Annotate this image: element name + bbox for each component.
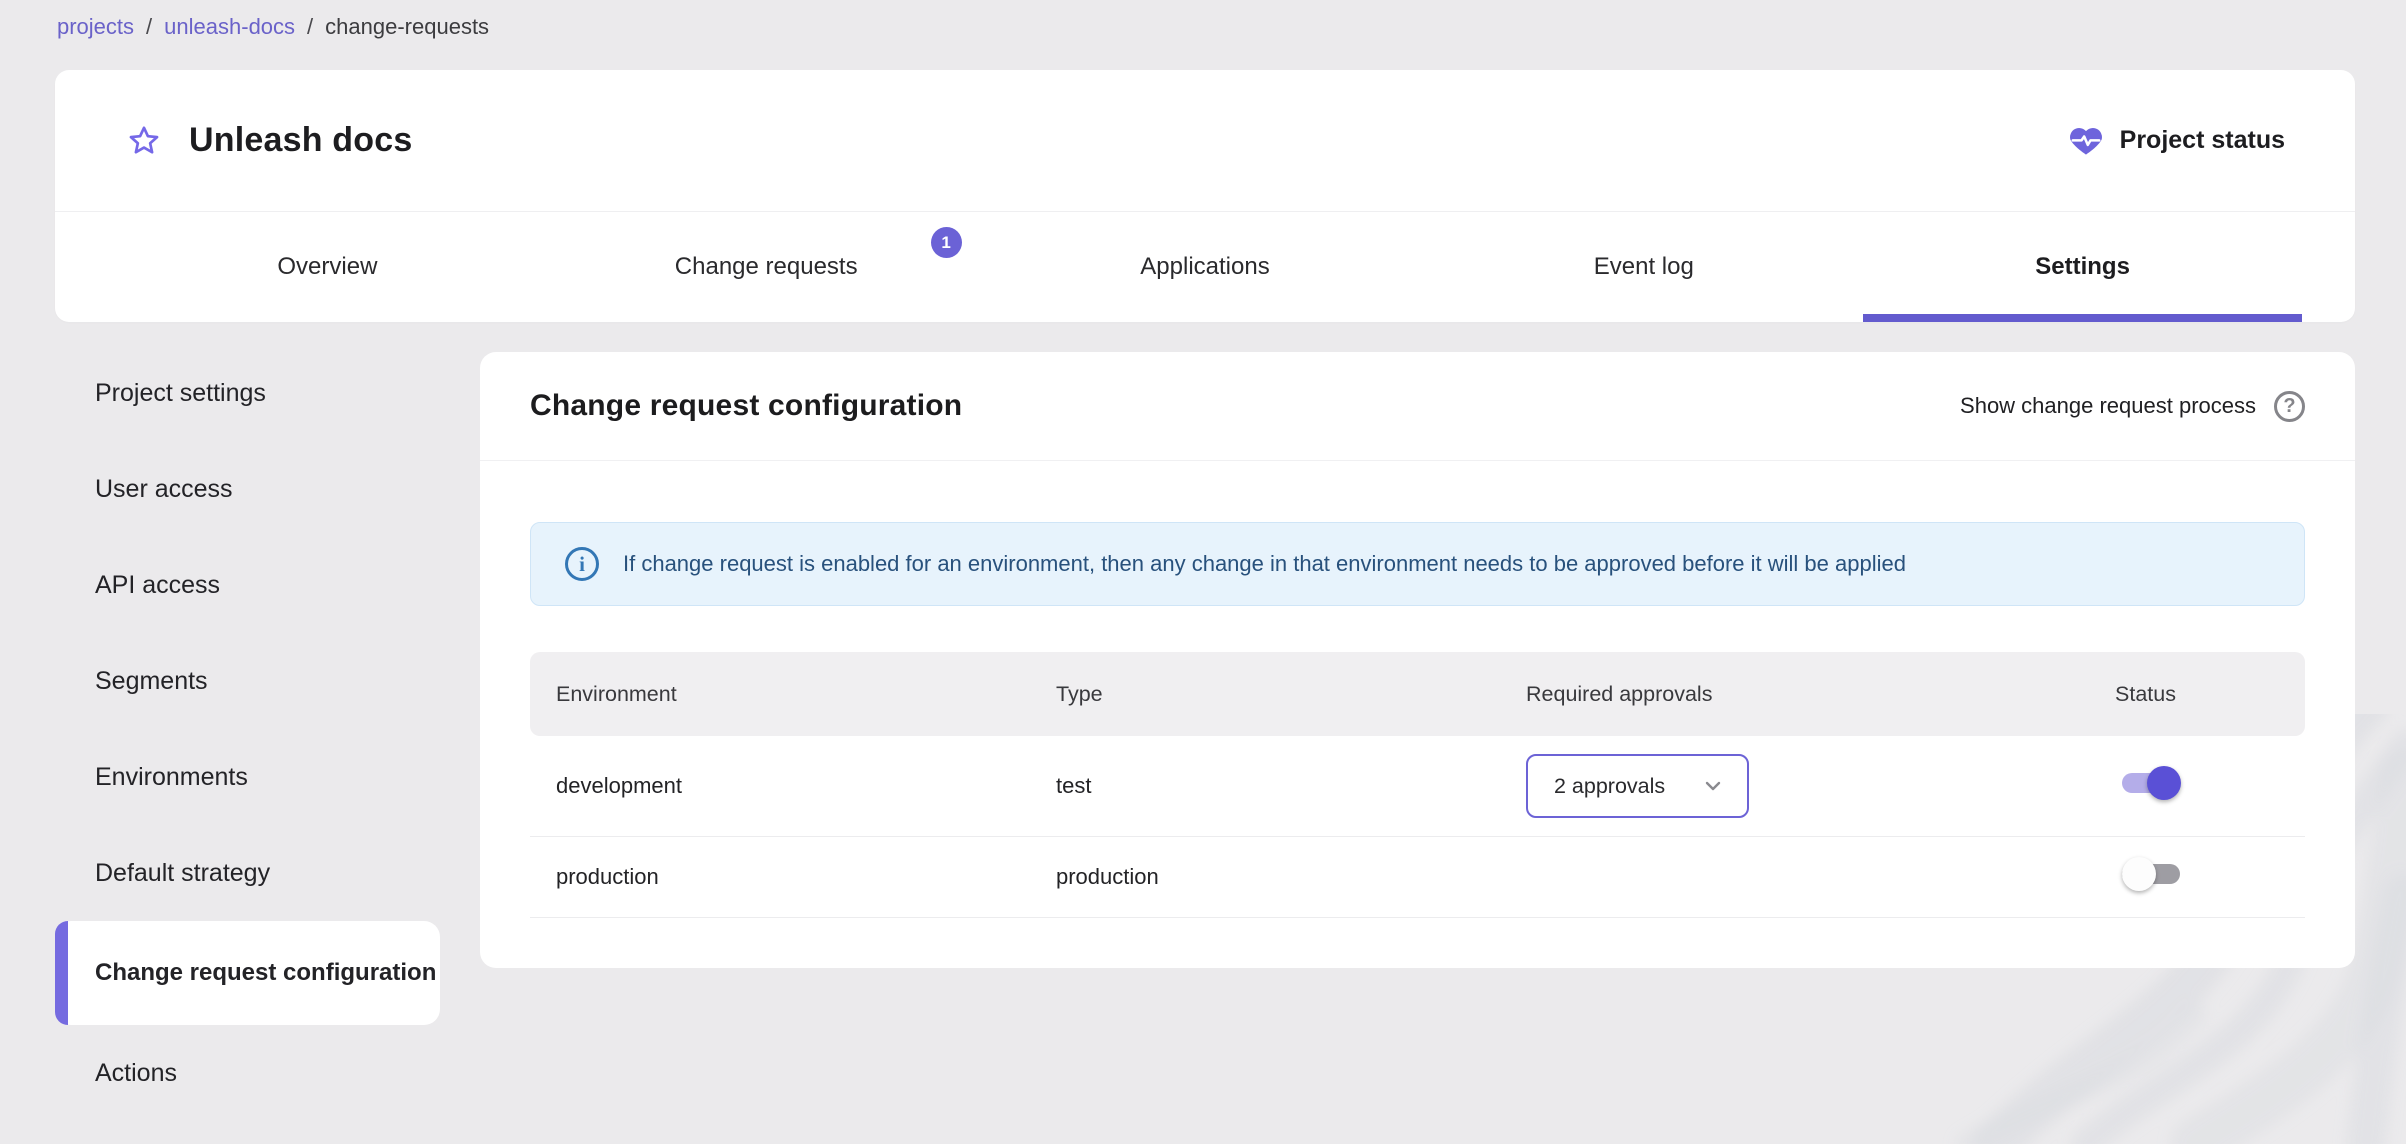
info-alert-text: If change request is enabled for an envi… xyxy=(623,551,1906,576)
environment-cell: development xyxy=(556,773,682,798)
settings-sidebar: Project settings User access API access … xyxy=(55,345,440,1121)
table-row-development: development test 2 approvals xyxy=(530,736,2305,837)
favorite-star-icon[interactable] xyxy=(125,122,163,160)
panel-divider xyxy=(480,460,2355,461)
project-header-row: Unleash docs Project status xyxy=(55,70,2355,211)
column-header-required-approvals: Required approvals xyxy=(1526,681,1713,706)
table-header-row: Environment Type Required approvals Stat… xyxy=(530,652,2305,736)
breadcrumb: projects / unleash-docs / change-request… xyxy=(57,14,489,40)
tab-event-log[interactable]: Event log xyxy=(1424,212,1863,322)
breadcrumb-current: change-requests xyxy=(325,14,490,39)
column-header-status: Status xyxy=(2115,681,2176,706)
project-status-label: Project status xyxy=(2119,126,2285,154)
sidebar-item-environments[interactable]: Environments xyxy=(55,729,440,825)
change-request-configuration-panel: Change request configuration Show change… xyxy=(480,352,2355,968)
panel-title: Change request configuration xyxy=(530,389,963,422)
active-tab-indicator xyxy=(1863,314,2302,322)
info-alert: i If change request is enabled for an en… xyxy=(530,522,2305,606)
active-item-bar xyxy=(55,921,68,1025)
breadcrumb-separator: / xyxy=(307,14,314,39)
status-toggle-production[interactable] xyxy=(2122,857,2182,891)
chevron-down-icon xyxy=(1705,781,1721,791)
tab-change-requests[interactable]: Change requests 1 xyxy=(547,212,986,322)
page-title: Unleash docs xyxy=(189,121,413,159)
panel-header: Change request configuration Show change… xyxy=(480,352,2355,460)
page: projects / unleash-docs / change-request… xyxy=(0,0,2406,1144)
heart-pulse-icon xyxy=(2069,127,2102,154)
environment-cell: production xyxy=(556,864,659,889)
type-cell: production xyxy=(1056,864,1159,889)
required-approvals-value: 2 approvals xyxy=(1554,773,1666,798)
breadcrumb-separator: / xyxy=(146,14,153,39)
project-status-widget[interactable]: Project status xyxy=(2067,123,2285,159)
sidebar-item-default-strategy[interactable]: Default strategy xyxy=(55,825,440,921)
question-mark-icon[interactable]: ? xyxy=(2274,390,2305,422)
table-row-production: production production xyxy=(530,837,2305,918)
status-toggle-development[interactable] xyxy=(2122,766,2182,800)
sidebar-item-api-access[interactable]: API access xyxy=(55,537,440,633)
column-header-environment: Environment xyxy=(556,681,677,706)
project-tabs: Overview Change requests 1 Applications … xyxy=(108,212,2302,322)
environments-table: Environment Type Required approvals Stat… xyxy=(530,652,2305,918)
info-icon: i xyxy=(565,547,599,581)
tab-overview[interactable]: Overview xyxy=(108,212,547,322)
sidebar-item-segments[interactable]: Segments xyxy=(55,633,440,729)
column-header-type: Type xyxy=(1056,681,1103,706)
breadcrumb-link-projects[interactable]: projects xyxy=(57,14,134,40)
change-requests-count-badge: 1 xyxy=(930,227,962,258)
project-header-card: Unleash docs Project status Overview Cha… xyxy=(55,70,2355,322)
sidebar-item-actions[interactable]: Actions xyxy=(55,1025,440,1121)
sidebar-item-user-access[interactable]: User access xyxy=(55,441,440,537)
type-cell: test xyxy=(1056,773,1092,798)
tab-settings[interactable]: Settings xyxy=(1863,212,2302,322)
sidebar-item-project-settings[interactable]: Project settings xyxy=(55,345,440,441)
tab-applications[interactable]: Applications xyxy=(986,212,1425,322)
show-process-label: Show change request process xyxy=(1960,393,2256,418)
required-approvals-select[interactable]: 2 approvals xyxy=(1526,754,1750,818)
breadcrumb-link-project[interactable]: unleash-docs xyxy=(164,14,295,40)
sidebar-item-change-request-configuration[interactable]: Change request configuration xyxy=(55,921,440,1025)
